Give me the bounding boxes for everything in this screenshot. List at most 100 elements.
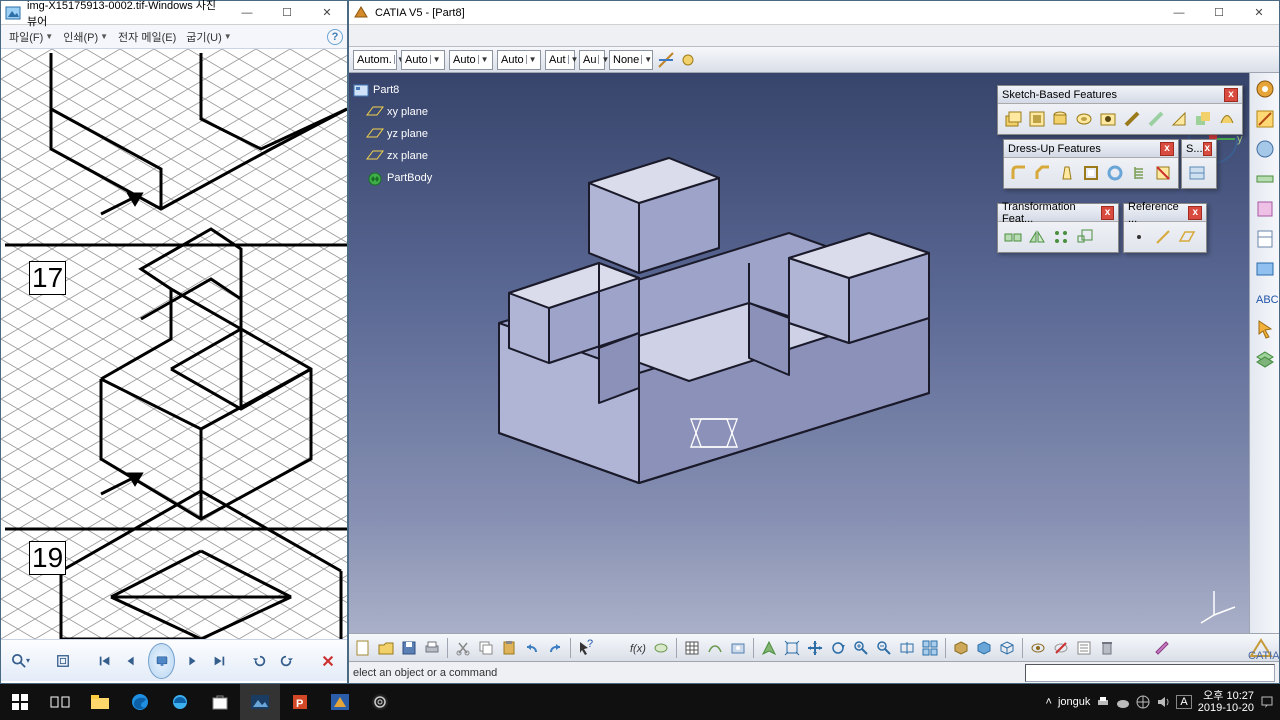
shading-icon[interactable] bbox=[974, 638, 994, 658]
fly-icon[interactable] bbox=[759, 638, 779, 658]
toolbar-s[interactable]: S...x bbox=[1181, 139, 1217, 189]
thread-icon[interactable] bbox=[1128, 162, 1150, 184]
save-icon[interactable] bbox=[399, 638, 419, 658]
spec-tree[interactable]: Part8 xy plane yz plane zx plane PartBod… bbox=[353, 79, 432, 189]
layers-icon[interactable] bbox=[1255, 349, 1275, 369]
taskbar-explorer-icon[interactable] bbox=[80, 684, 120, 720]
viewer-menu-email[interactable]: 전자 메일(E) bbox=[114, 27, 180, 47]
wireframe-icon[interactable] bbox=[997, 638, 1017, 658]
catia-menubar[interactable] bbox=[349, 25, 1279, 47]
apply-material-icon[interactable] bbox=[1255, 199, 1275, 219]
prev-button[interactable] bbox=[122, 649, 140, 673]
task-view-button[interactable] bbox=[40, 684, 80, 720]
taskbar-powerpoint-icon[interactable]: P bbox=[280, 684, 320, 720]
tree-partbody[interactable]: PartBody bbox=[353, 167, 432, 189]
split-icon[interactable] bbox=[1186, 162, 1208, 184]
table-icon[interactable] bbox=[682, 638, 702, 658]
multi-view-icon[interactable] bbox=[920, 638, 940, 658]
close-icon[interactable]: x bbox=[1203, 142, 1212, 156]
slideshow-button[interactable] bbox=[148, 643, 175, 679]
slot-icon[interactable] bbox=[1145, 108, 1167, 130]
delete-feature-icon[interactable] bbox=[1097, 638, 1117, 658]
taskbar-obs-icon[interactable] bbox=[360, 684, 400, 720]
shaft-icon[interactable] bbox=[1050, 108, 1072, 130]
viewer-menu-write[interactable]: 굽기(U)▼ bbox=[182, 27, 235, 47]
tray-expand-icon[interactable]: ˄ bbox=[1046, 696, 1052, 708]
toolbar-dress-up[interactable]: Dress-Up Featuresx bbox=[1003, 139, 1179, 189]
render-icon[interactable] bbox=[1255, 259, 1275, 279]
viewer-menu-file[interactable]: 파일(F)▼ bbox=[5, 27, 57, 47]
viewer-help-icon[interactable]: ? bbox=[327, 29, 343, 45]
swap-visible-icon[interactable] bbox=[1051, 638, 1071, 658]
delete-button[interactable] bbox=[319, 649, 337, 673]
tray-volume-icon[interactable] bbox=[1156, 695, 1170, 709]
stiffener-icon[interactable] bbox=[1169, 108, 1191, 130]
draft-icon[interactable] bbox=[1056, 162, 1078, 184]
measure-icon[interactable] bbox=[1255, 169, 1275, 189]
close-icon[interactable]: x bbox=[1188, 206, 1202, 220]
shell-icon[interactable] bbox=[1080, 162, 1102, 184]
toolbar-transformation[interactable]: Transformation Feat...x bbox=[997, 203, 1119, 253]
hole-icon[interactable] bbox=[1097, 108, 1119, 130]
viewer-minimize-button[interactable]: — bbox=[227, 1, 267, 24]
chamfer-icon[interactable] bbox=[1032, 162, 1054, 184]
sketch-icon[interactable] bbox=[1255, 109, 1275, 129]
catia-maximize-button[interactable]: ☐ bbox=[1199, 1, 1239, 24]
image-capture-icon[interactable] bbox=[728, 638, 748, 658]
plane-icon[interactable] bbox=[1176, 226, 1198, 248]
taskbar-catia-icon[interactable] bbox=[320, 684, 360, 720]
rotate-right-button[interactable] bbox=[277, 649, 295, 673]
taskbar-ie-icon[interactable] bbox=[160, 684, 200, 720]
tray-onedrive-icon[interactable] bbox=[1116, 695, 1130, 709]
construction-toggle-icon[interactable] bbox=[657, 51, 675, 69]
groove-icon[interactable] bbox=[1073, 108, 1095, 130]
command-input[interactable] bbox=[1025, 664, 1275, 682]
rotate-left-button[interactable] bbox=[251, 649, 269, 673]
rib-icon[interactable] bbox=[1121, 108, 1143, 130]
tray-ime[interactable]: A bbox=[1176, 695, 1191, 709]
fit-all-icon[interactable] bbox=[782, 638, 802, 658]
mirror-icon[interactable] bbox=[1026, 226, 1048, 248]
whatsthis-icon[interactable]: ? bbox=[576, 638, 596, 658]
material-icon[interactable] bbox=[1255, 139, 1275, 159]
tree-yz-plane[interactable]: yz plane bbox=[353, 123, 432, 145]
pocket-icon[interactable] bbox=[1026, 108, 1048, 130]
print-icon[interactable] bbox=[422, 638, 442, 658]
viewer-menu-print[interactable]: 인쇄(P)▼ bbox=[59, 27, 112, 47]
workbench-icon[interactable] bbox=[1255, 79, 1275, 99]
tray-clock[interactable]: 오후 10:272019-10-20 bbox=[1198, 690, 1254, 714]
opt-select-4[interactable]: Aut▼ bbox=[545, 50, 575, 70]
pattern-icon[interactable] bbox=[1050, 226, 1072, 248]
iso-view-icon[interactable] bbox=[951, 638, 971, 658]
new-icon[interactable] bbox=[353, 638, 373, 658]
toolbar-reference[interactable]: Reference ...x bbox=[1123, 203, 1207, 253]
tree-root[interactable]: Part8 bbox=[353, 79, 432, 101]
tray-printer-icon[interactable] bbox=[1096, 695, 1110, 709]
solid-combine-icon[interactable] bbox=[1192, 108, 1214, 130]
opt-select-5[interactable]: Au▼ bbox=[579, 50, 605, 70]
geometry-toggle-icon[interactable] bbox=[679, 51, 697, 69]
normal-view-icon[interactable] bbox=[897, 638, 917, 658]
opt-select-0[interactable]: Autom.▼ bbox=[353, 50, 397, 70]
catia-close-button[interactable]: ✕ bbox=[1239, 1, 1279, 24]
brush-icon[interactable] bbox=[1153, 638, 1173, 658]
abc-annotation-icon[interactable]: ABC bbox=[1255, 289, 1275, 309]
select-arrow-icon[interactable] bbox=[1255, 319, 1275, 339]
tray-network-icon[interactable] bbox=[1136, 695, 1150, 709]
next-button[interactable] bbox=[183, 649, 201, 673]
fillet-icon[interactable] bbox=[1008, 162, 1030, 184]
tree-xy-plane[interactable]: xy plane bbox=[353, 101, 432, 123]
formula-icon[interactable]: f(x) bbox=[628, 638, 648, 658]
taskbar-edge-icon[interactable] bbox=[120, 684, 160, 720]
hide-show-icon[interactable] bbox=[1028, 638, 1048, 658]
viewer-close-button[interactable]: ✕ bbox=[307, 1, 347, 24]
tree-zx-plane[interactable]: zx plane bbox=[353, 145, 432, 167]
undo-icon[interactable] bbox=[522, 638, 542, 658]
zoom-button[interactable]: ▾ bbox=[11, 649, 31, 673]
fit-button[interactable] bbox=[54, 649, 72, 673]
close-icon[interactable]: x bbox=[1224, 88, 1238, 102]
viewer-maximize-button[interactable]: ☐ bbox=[267, 1, 307, 24]
close-icon[interactable]: x bbox=[1160, 142, 1174, 156]
first-button[interactable] bbox=[96, 649, 114, 673]
taskbar-photo-viewer[interactable] bbox=[240, 684, 280, 720]
